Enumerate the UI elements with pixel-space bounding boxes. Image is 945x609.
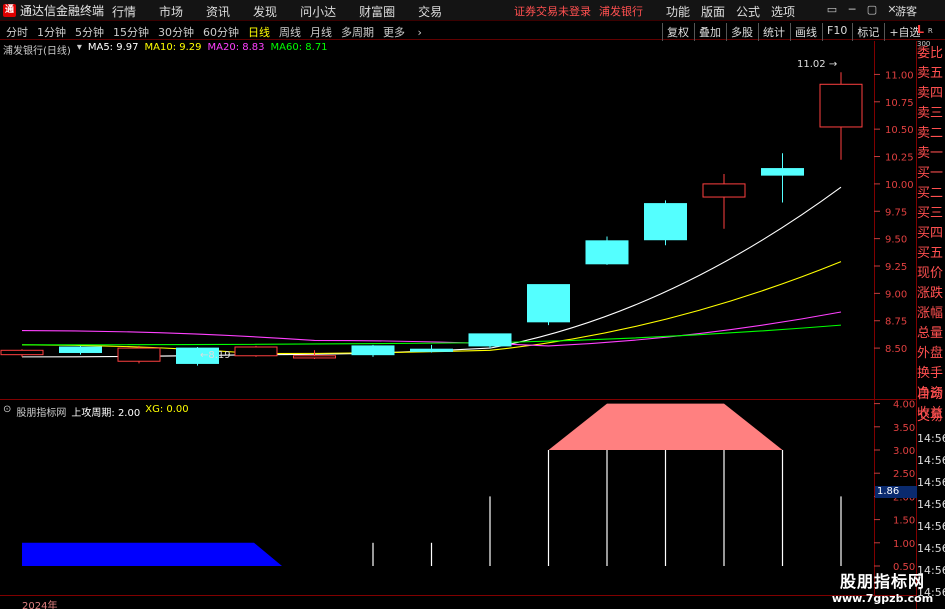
price-tick-label: 8.50 <box>885 344 907 355</box>
main-legend: 浦发银行(日线) ▾ MA5: 9.97 MA10: 9.29 MA20: 8.… <box>3 42 334 57</box>
quote-field-label: 总量 <box>917 326 944 341</box>
quote-field-label: 卖五 <box>917 66 944 81</box>
quote-field-label: 买四 <box>917 226 944 241</box>
candle-down <box>644 203 687 241</box>
trade-field-label: 14:56 <box>917 432 945 445</box>
quote-field-label: 卖四 <box>917 86 944 101</box>
ma5-label: MA5: 9.97 <box>87 42 139 53</box>
indicator-blue-zone <box>22 542 282 566</box>
price-chart[interactable]: 11.00 10.75 10.50 10.25 10.00 9.75 9.50 9.25 9.0… <box>0 0 945 609</box>
high-price-value: 11.02 <box>797 59 826 70</box>
ma20-label: MA20: 8.83 <box>207 42 265 53</box>
candle-down <box>585 240 629 265</box>
quote-field-label: 买二 <box>917 186 944 201</box>
indicator-tick-label: 2.50 <box>893 469 915 480</box>
chart-frame <box>0 41 917 609</box>
price-tick-label: 10.75 <box>885 98 914 109</box>
low-price-value: 8.19 <box>208 350 231 361</box>
quote-field-label: 买三 <box>917 206 944 221</box>
trade-field-label[interactable]: 自动 <box>917 384 945 406</box>
indicator-param-period: 上攻周期: 2.00 <box>71 408 141 419</box>
quote-field-label: 买一 <box>917 166 944 181</box>
price-tick-label: 9.25 <box>885 262 907 273</box>
trade-field-label: 14:56 <box>917 542 945 555</box>
arrow-icon: → <box>828 59 838 70</box>
quote-field-label: 涨幅 <box>917 306 944 321</box>
indicator-attack-zone <box>548 403 783 450</box>
candle-down <box>59 346 102 353</box>
price-tick-label: 9.00 <box>885 289 907 300</box>
ma-line-ma20 <box>21 311 842 347</box>
chart-title: 浦发银行(日线) <box>3 46 71 57</box>
indicator-tick-label: 1.50 <box>893 516 915 527</box>
candle-up <box>0 349 44 356</box>
price-tick-label: 9.75 <box>885 207 907 218</box>
candle-up <box>234 346 278 357</box>
price-tick-label: 10.50 <box>885 125 914 136</box>
candle-down <box>761 168 804 176</box>
indicator-tick-label: 3.00 <box>893 446 915 457</box>
candle-up <box>819 83 863 128</box>
quote-field-label: 现价 <box>917 266 944 281</box>
indicator-tick-label: 1.00 <box>893 539 915 550</box>
ma60-label: MA60: 8.71 <box>270 42 328 53</box>
price-tick-label: 10.00 <box>885 180 914 191</box>
trade-field-label: 14:56 <box>917 454 945 467</box>
candle-up <box>293 355 336 359</box>
price-tick-label: 11.00 <box>885 70 914 81</box>
trade-field-label: 14:56 <box>917 476 945 489</box>
price-tick-label: 9.50 <box>885 235 907 246</box>
quote-field-label: 换手 <box>917 366 944 381</box>
quote-field-label: 卖二 <box>917 126 944 141</box>
candle-down <box>468 333 512 347</box>
high-price-label: 11.02 → <box>797 59 837 70</box>
watermark-url: www.7gpzb.com <box>831 592 934 605</box>
trade-field-label: 14:56 <box>917 498 945 511</box>
price-tick-label: 10.25 <box>885 153 914 164</box>
indicator-param-xg: XG: 0.00 <box>145 404 189 415</box>
trade-field-label[interactable]: 交易 <box>917 406 945 428</box>
ma-line-ma10 <box>21 261 842 355</box>
indicator-name: 股朋指标网 <box>16 408 67 419</box>
trade-field-label: 14:56 <box>917 520 945 533</box>
quote-field-label: 卖一 <box>917 146 944 161</box>
quote-field-label: 外盘 <box>917 346 944 361</box>
ma10-label: MA10: 9.29 <box>144 42 202 53</box>
quote-panel: 委比 卖五 卖四 卖三 卖二 卖一 买一 买二 买三 买四 买五 现价 涨跌 涨幅 总量 外盘 换手 净资 收益 <box>917 44 945 424</box>
watermark: 股朋指标网 www.7gpzb.com <box>820 568 945 609</box>
low-price-label: ←8.19 <box>200 350 231 361</box>
quote-field-label: 委比 <box>917 46 944 61</box>
moving-averages <box>21 186 842 358</box>
indicator-tick-label: 3.50 <box>893 423 915 434</box>
legend-settings-icon[interactable]: ▾ <box>77 42 82 57</box>
year-label: 2024年 <box>22 601 58 609</box>
quote-field-label: 涨跌 <box>917 286 944 301</box>
app-window: 通 通达信金融终端 行情 市场 资讯 发现 问小达 财富圈 交易 证券交易未登录… <box>0 0 945 609</box>
candle-down <box>351 345 395 356</box>
candle-up <box>117 347 161 362</box>
indicator-legend: ⊙ 股朋指标网 上攻周期: 2.00 XG: 0.00 <box>3 404 194 419</box>
indicator-settings-icon[interactable]: ⊙ <box>3 404 11 419</box>
candles <box>0 72 863 366</box>
indicator-tick-label: 4.00 <box>893 400 915 411</box>
price-axis: 11.00 10.75 10.50 10.25 10.00 9.75 9.50 9.25 9.0… <box>874 70 914 355</box>
candle-down <box>410 348 453 352</box>
candle-down <box>527 284 570 323</box>
indicator-plot <box>22 403 842 566</box>
watermark-title: 股朋指标网 <box>839 572 925 591</box>
price-tick-label: 8.75 <box>885 317 907 328</box>
quote-field-label: 买五 <box>917 246 944 261</box>
indicator-current-value: 1.86 <box>875 486 917 498</box>
candle-up <box>702 183 746 198</box>
quote-field-label: 卖三 <box>917 106 944 121</box>
